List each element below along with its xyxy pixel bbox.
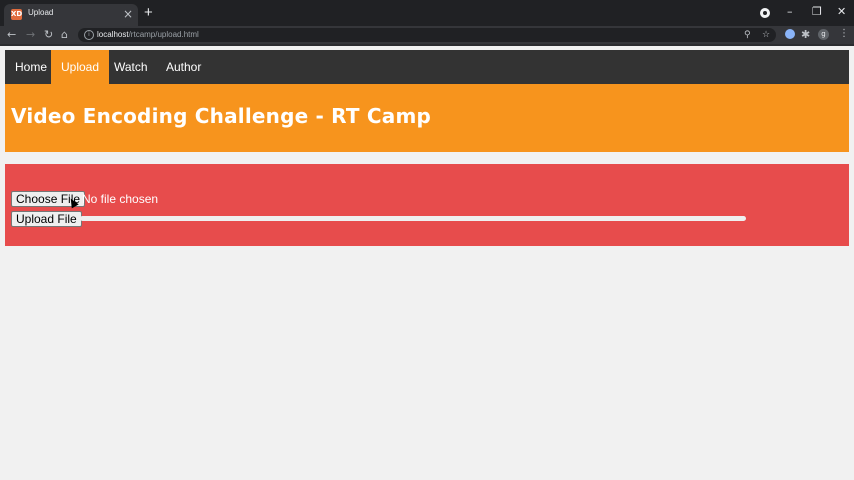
puzzle-icon[interactable]: ✱ bbox=[801, 27, 810, 43]
top-navbar: Home Upload Watch Author bbox=[5, 50, 849, 84]
profile-avatar[interactable]: g bbox=[818, 29, 829, 40]
star-icon[interactable]: ☆ bbox=[762, 29, 770, 41]
reload-icon[interactable]: ↻ bbox=[44, 27, 53, 43]
tab-favicon-icon: XD bbox=[11, 9, 23, 20]
minimize-icon[interactable]: – bbox=[787, 5, 793, 19]
upload-progress-bar bbox=[80, 216, 746, 221]
restore-icon[interactable]: ❐ bbox=[812, 5, 822, 19]
page-content: Home Upload Watch Author Video Encoding … bbox=[0, 46, 854, 480]
page-title: Video Encoding Challenge - RT Camp bbox=[11, 104, 432, 128]
home-icon[interactable]: ⌂ bbox=[61, 27, 68, 43]
media-control-icon[interactable] bbox=[760, 8, 770, 18]
back-icon[interactable]: ← bbox=[7, 27, 16, 43]
browser-tab[interactable]: XD Upload × bbox=[4, 4, 138, 26]
extension-icon[interactable] bbox=[785, 29, 795, 39]
upload-panel: Choose File No file chosen Upload File bbox=[5, 164, 849, 246]
upload-file-button[interactable]: Upload File bbox=[11, 211, 82, 227]
tab-title: Upload bbox=[28, 8, 54, 17]
browser-tabstrip: XD Upload × + – ❐ ✕ bbox=[0, 0, 854, 26]
zoom-icon[interactable]: ⚲ bbox=[744, 29, 751, 41]
new-tab-button[interactable]: + bbox=[144, 5, 153, 21]
file-status-text: No file chosen bbox=[82, 192, 159, 206]
address-bar[interactable]: i localhost/rtcamp/upload.html ⚲ ☆ bbox=[78, 28, 776, 42]
nav-home[interactable]: Home bbox=[5, 50, 57, 84]
info-icon[interactable]: i bbox=[84, 30, 94, 40]
nav-author[interactable]: Author bbox=[156, 50, 211, 84]
url-text: localhost/rtcamp/upload.html bbox=[97, 30, 199, 39]
browser-toolbar: ← → ↻ ⌂ i localhost/rtcamp/upload.html ⚲… bbox=[0, 26, 854, 44]
menu-icon[interactable]: ⋮ bbox=[839, 27, 849, 41]
nav-watch[interactable]: Watch bbox=[104, 50, 158, 84]
page-header: Video Encoding Challenge - RT Camp bbox=[5, 84, 849, 152]
nav-upload[interactable]: Upload bbox=[51, 50, 110, 84]
forward-icon[interactable]: → bbox=[26, 27, 35, 43]
tab-close-icon[interactable]: × bbox=[123, 6, 133, 22]
window-close-icon[interactable]: ✕ bbox=[837, 5, 846, 19]
